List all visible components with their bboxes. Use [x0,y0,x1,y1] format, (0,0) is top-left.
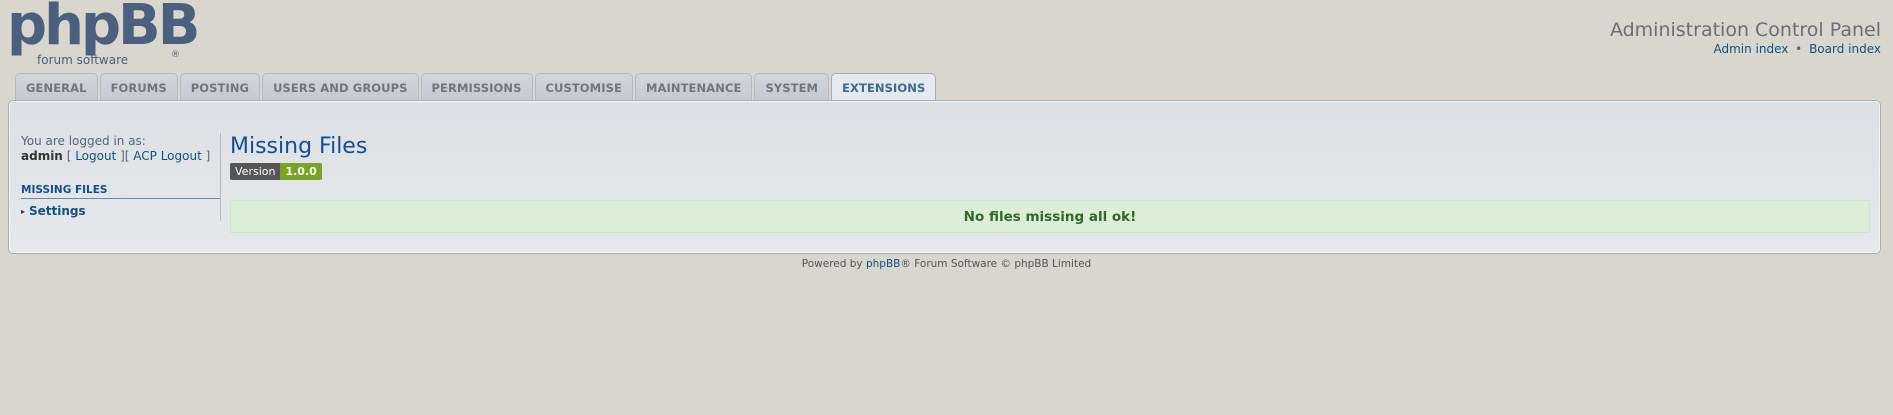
tab-general[interactable]: GENERAL [15,73,98,101]
main-panel: You are logged in as: admin [ Logout ][ … [8,100,1881,254]
admin-index-link[interactable]: Admin index [1713,42,1788,56]
tab-users-and-groups[interactable]: USERS AND GROUPS [262,73,419,101]
phpbb-logo[interactable]: phpBB forum software ® [7,0,200,67]
version-badge: Version 1.0.0 [230,163,322,180]
page-title: Missing Files [230,134,368,159]
logout-link[interactable]: Logout [75,149,116,163]
link-separator: • [1795,42,1803,56]
phpbb-footer-link[interactable]: phpBB [866,258,900,270]
sidebar-item-label[interactable]: Settings [29,204,86,218]
tab-customise[interactable]: CUSTOMISE [534,73,633,101]
tab-system[interactable]: SYSTEM [754,73,830,101]
main-tabs: GENERAL FORUMS POSTING USERS AND GROUPS … [15,73,937,102]
footer-copyright: ® Forum Software © phpBB Limited [900,258,1092,270]
version-label: Version [230,163,281,180]
tab-forums[interactable]: FORUMS [99,73,178,101]
username: admin [21,149,63,163]
main-content: Missing Files Version 1.0.0 No files mis… [230,134,1870,233]
sidebar-item-settings[interactable]: ▸ Settings [21,204,221,218]
page-header-title: Administration Control Panel [1609,19,1881,41]
logged-in-label: You are logged in as: [21,134,146,148]
arrow-right-icon: ▸ [21,206,26,216]
logo-wordmark: phpBB [7,0,200,58]
tab-permissions[interactable]: PERMISSIONS [420,73,533,101]
logo-tagline: forum software [37,53,129,67]
login-info: You are logged in as: admin [ Logout ][ … [21,134,221,164]
logo-registered-mark: ® [171,50,180,60]
acp-logout-link[interactable]: ACP Logout [133,149,202,163]
version-value: 1.0.0 [280,163,322,180]
tab-posting[interactable]: POSTING [179,73,261,101]
footer: Powered by phpBB® Forum Software © phpBB… [0,258,1893,270]
tab-extensions[interactable]: EXTENSIONS [831,73,937,102]
footer-powered-by: Powered by [801,258,866,270]
sidebar-menu-heading: MISSING FILES [21,184,221,199]
success-message: No files missing all ok! [230,200,1870,233]
sidebar-divider [220,133,221,221]
header-links: Admin index • Board index [1713,42,1881,56]
board-index-link[interactable]: Board index [1809,42,1881,56]
sidebar: You are logged in as: admin [ Logout ][ … [21,134,221,218]
tab-maintenance[interactable]: MAINTENANCE [634,73,753,101]
